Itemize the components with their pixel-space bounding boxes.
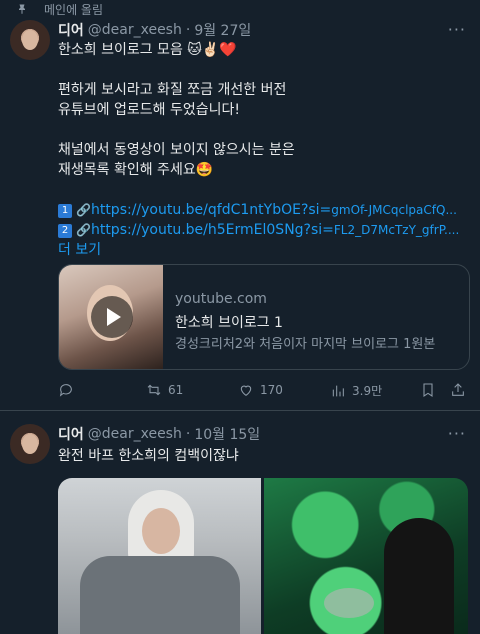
display-name[interactable]: 디어 [58, 20, 84, 40]
retweet-icon [147, 384, 161, 396]
like-icon [240, 385, 252, 396]
tweet-line: 편하게 보시라고 화질 쪼금 개선한 버전 [58, 82, 287, 98]
card-info: youtube.com 한소희 브이로그 1 경성크리처2와 처음이자 마지막 … [175, 289, 435, 355]
like-count: 170 [260, 383, 283, 397]
keycap-2-icon: 2 [58, 223, 72, 238]
link-url[interactable]: https://youtu.be/h5ErmEl0SNg?si= [91, 222, 334, 238]
tweet-line [58, 60, 468, 80]
handle[interactable]: @dear_xeesh [88, 22, 182, 38]
tweet-text: 한소희 브이로그 모음 🐱✌🏻❤️ 편하게 보시라고 화질 쪼금 개선한 버전 … [58, 40, 468, 260]
more-options-icon[interactable]: ··· [448, 424, 466, 443]
tweet-header: 디어 @dear_xeesh · 9월 27일 [58, 20, 252, 40]
views-icon [332, 385, 344, 396]
views-button[interactable]: 3.9만 [330, 382, 382, 399]
pinned-indicator: 메인에 올림 [18, 0, 103, 18]
reply-button[interactable] [58, 382, 74, 398]
display-name[interactable]: 디어 [58, 424, 84, 444]
retweet-count: 61 [168, 383, 184, 397]
link-icon: 🔗 [76, 223, 91, 237]
tweet-header: 디어 @dear_xeesh · 10월 15일 [58, 424, 261, 444]
play-icon[interactable] [91, 296, 133, 338]
card-title: 한소희 브이로그 1 [175, 315, 283, 331]
share-button[interactable] [450, 382, 466, 398]
tweet-line: 한소희 브이로그 모음 🐱✌🏻❤️ [58, 42, 237, 58]
keycap-1-icon: 1 [58, 203, 72, 218]
card-description: 경성크리처2와 처음이자 마지막 브이로그 1원본 [175, 337, 436, 352]
tweet-line [58, 180, 468, 200]
link-url-tail[interactable]: FL2_D7McTzY_gfrP.... [334, 223, 459, 237]
views-count: 3.9만 [352, 384, 383, 398]
link-preview-card[interactable]: youtube.com 한소희 브이로그 1 경성크리처2와 처음이자 마지막 … [58, 264, 470, 370]
pinned-label: 메인에 올림 [44, 2, 104, 17]
tweet-divider [0, 410, 480, 411]
tweet-line: 채널에서 동영상이 보이지 않으시는 분은 [58, 142, 295, 158]
link-url[interactable]: https://youtu.be/qfdC1ntYbOE?si= [91, 202, 331, 218]
link-icon: 🔗 [76, 203, 91, 217]
like-button[interactable]: 170 [238, 382, 283, 398]
pin-icon [19, 4, 25, 14]
more-options-icon[interactable]: ··· [448, 20, 466, 39]
tweet-line: 유튜브에 업로드해 두었습니다! [58, 102, 240, 118]
card-domain: youtube.com [175, 291, 267, 307]
link-row-1[interactable]: 1 🔗https://youtu.be/qfdC1ntYbOE?si=gmOf-J… [58, 200, 468, 220]
tweet-date[interactable]: 10월 15일 [194, 424, 260, 444]
tweet-line [58, 120, 468, 140]
link-row-2[interactable]: 2 🔗https://youtu.be/h5ErmEl0SNg?si=FL2_D7… [58, 220, 468, 240]
tweet-text: 완전 바프 한소희의 컴백이잖냐 [58, 448, 239, 464]
media-photo-2[interactable] [264, 478, 468, 634]
share-icon [452, 383, 464, 396]
tweet-date[interactable]: 9월 27일 [194, 20, 251, 40]
handle[interactable]: @dear_xeesh [88, 426, 182, 442]
avatar[interactable] [10, 20, 50, 60]
avatar[interactable] [10, 424, 50, 464]
retweet-button[interactable]: 61 [146, 382, 183, 398]
tweet-line: 재생목록 확인해 주세요🤩 [58, 162, 214, 178]
tweet-actions: 61 170 3.9만 [58, 382, 468, 402]
tweet-media[interactable] [58, 478, 468, 634]
show-more-link[interactable]: 더 보기 [58, 240, 468, 260]
bookmark-button[interactable] [420, 382, 436, 398]
bookmark-icon [423, 383, 433, 397]
reply-icon [59, 384, 72, 397]
media-photo-1[interactable] [58, 478, 261, 634]
link-url-tail[interactable]: gmOf-JMCqclpaCfQ... [331, 203, 457, 217]
